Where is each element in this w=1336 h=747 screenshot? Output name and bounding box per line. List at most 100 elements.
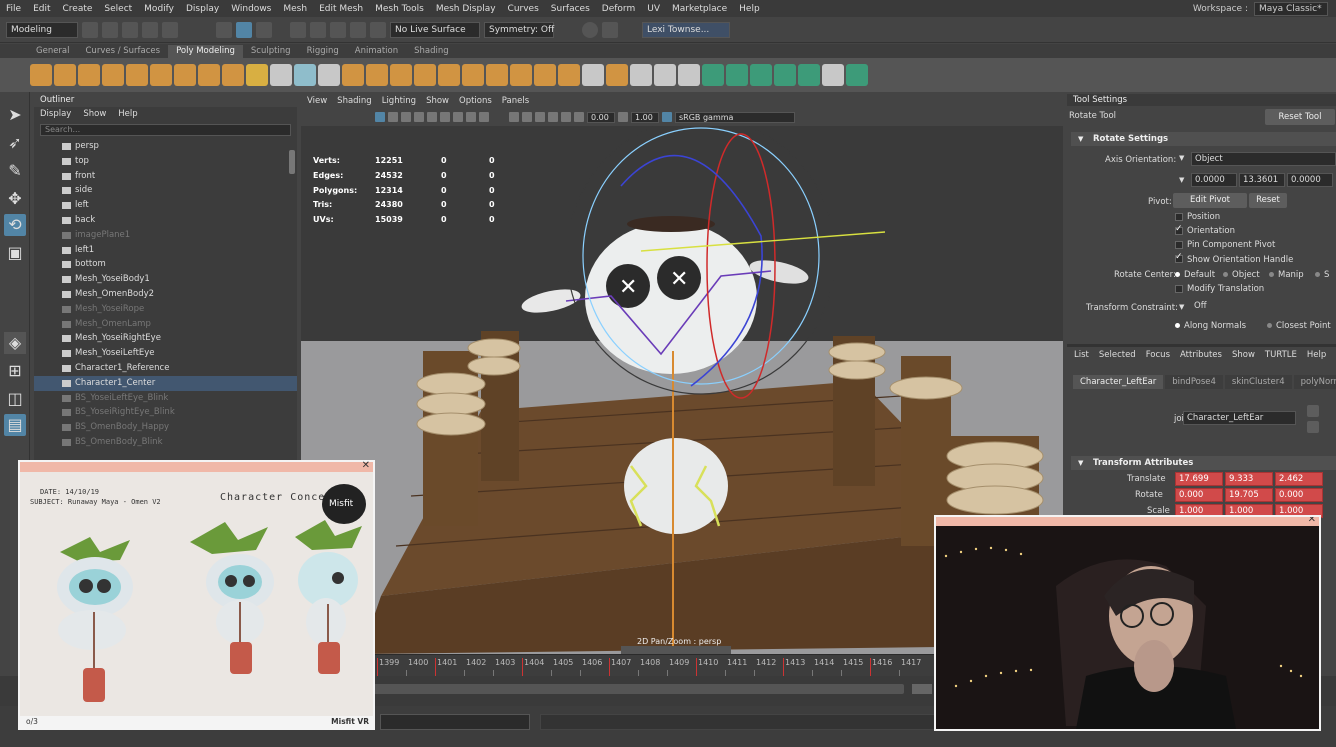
pivot-option[interactable]: Show Orientation Handle [1175,252,1293,265]
pivot-option[interactable]: Position [1175,212,1220,222]
menu-surfaces[interactable]: Surfaces [545,4,596,14]
color-management-icon[interactable] [662,112,672,122]
shelf-tool-18-icon[interactable] [438,64,460,86]
outliner-item[interactable]: BS_OmenBody_Happy [34,420,297,435]
concept-window-titlebar[interactable]: ✕ [20,460,373,472]
outliner-item[interactable]: imagePlane1 [34,228,297,243]
reset-tool-button[interactable]: Reset Tool [1265,109,1335,125]
shelf-tool-34-icon[interactable] [822,64,844,86]
snap-point-icon[interactable] [330,21,346,38]
menu-windows[interactable]: Windows [225,4,277,14]
axis-x-field[interactable]: 0.0000 [1191,173,1237,187]
shelf-tool-27-icon[interactable] [654,64,676,86]
shelf-tool-31-icon[interactable] [750,64,772,86]
time-slider[interactable]: 1399 1400 1401 1402 1403 1404 1405 1406 1407 1408… [301,654,936,676]
shelf-tool-21-icon[interactable] [510,64,532,86]
close-icon[interactable]: ✕ [1308,517,1316,525]
exposure-icon[interactable] [574,112,584,122]
gamma-icon[interactable] [618,112,628,122]
menu-help[interactable]: Help [733,4,766,14]
viewport-menu-show[interactable]: Show [426,94,449,108]
workspace-dropdown[interactable]: Maya Classic* [1254,1,1328,16]
ae-menu-attributes[interactable]: Attributes [1180,350,1222,360]
edit-pivot-button[interactable]: Edit Pivot [1173,193,1247,208]
ae-menu-show[interactable]: Show [1232,350,1255,360]
shelf-tool-12-icon[interactable] [294,64,316,86]
axis-values-arrow-icon[interactable]: ▼ [1179,176,1184,184]
outliner-item[interactable]: back [34,213,297,228]
isolate-icon[interactable] [453,112,463,122]
pause-icon[interactable] [602,21,618,38]
modify-translation-option[interactable]: Modify Translation [1175,284,1264,294]
shelf-tool-29-icon[interactable] [702,64,724,86]
gamma-field[interactable]: 1.00 [631,111,659,123]
rotate-center-radio[interactable] [1315,272,1320,277]
rotate-center-radio[interactable] [1223,272,1228,277]
shelf-tool-26-icon[interactable] [630,64,652,86]
outliner-item[interactable]: front [34,169,297,184]
concept-art-window[interactable]: ✕ DATE: 14/10/19 SUBJECT: Runaway Maya -… [18,460,375,730]
shelf-tool-30-icon[interactable] [726,64,748,86]
film-gate-icon[interactable] [522,112,532,122]
attr-translate-field[interactable]: 17.699 [1175,472,1223,486]
open-scene-icon[interactable] [102,21,118,38]
menu-curves[interactable]: Curves [502,4,545,14]
outliner-item[interactable]: Mesh_OmenLamp [34,317,297,332]
attr-translate-field[interactable]: 2.462 [1275,472,1323,486]
reset-pivot-button[interactable]: Reset [1249,193,1287,208]
shelf-tool-35-icon[interactable] [846,64,868,86]
webcam-window[interactable]: ✕ [934,515,1321,731]
menu-marketplace[interactable]: Marketplace [666,4,733,14]
outliner-item[interactable]: Mesh_YoseiRightEye [34,331,297,346]
ae-menu-selected[interactable]: Selected [1099,350,1136,360]
attr-translate-field[interactable]: 9.333 [1225,472,1273,486]
ae-tab[interactable]: skinCluster4 [1224,375,1292,389]
menu-modify[interactable]: Modify [138,4,180,14]
shelf-tool-16-icon[interactable] [390,64,412,86]
shelf-tool-17-icon[interactable] [414,64,436,86]
ae-menu-focus[interactable]: Focus [1146,350,1170,360]
shelf-tab-rigging[interactable]: Rigging [299,45,347,58]
outliner-item[interactable]: BS_OmenBody_Blink [34,435,297,450]
pivot-option[interactable]: Orientation [1175,224,1235,236]
modify-translation-checkbox[interactable] [1175,284,1183,293]
axis-y-field[interactable]: 13.3601 [1239,173,1285,187]
snap-surface-icon[interactable] [370,21,386,38]
attr-rotate-field[interactable]: 0.000 [1275,488,1323,503]
shelf-tab-sculpting[interactable]: Sculpting [243,45,299,58]
outliner-menu-help[interactable]: Help [118,107,137,121]
menu-set-dropdown[interactable]: Modeling [6,21,78,38]
safe-area-icon[interactable] [548,112,558,122]
textured-icon[interactable] [401,112,411,122]
select-hierarchy-icon[interactable] [216,21,232,38]
shelf-tool-15-icon[interactable] [366,64,388,86]
closest-point-radio[interactable] [1267,323,1272,328]
grid-icon[interactable] [479,112,489,122]
ae-menu-turtle[interactable]: TURTLE [1265,350,1297,360]
ae-menu-list[interactable]: List [1074,350,1089,360]
rotate-tool-icon[interactable]: ⟲ [4,214,26,236]
outliner-item[interactable]: BS_YoseiRightEye_Blink [34,405,297,420]
shelf-tool-23-icon[interactable] [558,64,580,86]
range-end-handle[interactable] [912,684,932,694]
outliner-item[interactable]: left1 [34,243,297,258]
shelf-tool-28-icon[interactable] [678,64,700,86]
axis-orientation-dropdown[interactable]: Object [1191,152,1336,166]
outliner-item[interactable]: bottom [34,257,297,272]
shelf-tab-general[interactable]: General [28,45,78,58]
shadows-icon[interactable] [427,112,437,122]
pivot-option-checkbox[interactable] [1175,224,1183,235]
viewport-menu-view[interactable]: View [307,94,327,108]
shelf-tool-32-icon[interactable] [774,64,796,86]
shelf-tool-8-icon[interactable] [198,64,220,86]
outliner-item[interactable]: top [34,154,297,169]
scale-tool-icon[interactable]: ▣ [4,242,26,264]
shelf-tool-11-icon[interactable] [270,64,292,86]
shelf-tool-20-icon[interactable] [486,64,508,86]
shelf-tab-poly-modeling[interactable]: Poly Modeling [168,45,243,58]
joint-name-field[interactable]: Character_LeftEar [1183,411,1296,425]
transform-attributes-section[interactable]: Transform Attributes [1071,456,1336,470]
paint-select-icon[interactable]: ✎ [4,160,26,182]
shelf-tab-shading[interactable]: Shading [406,45,457,58]
transform-constraint-dropdown[interactable]: Off [1191,300,1336,314]
